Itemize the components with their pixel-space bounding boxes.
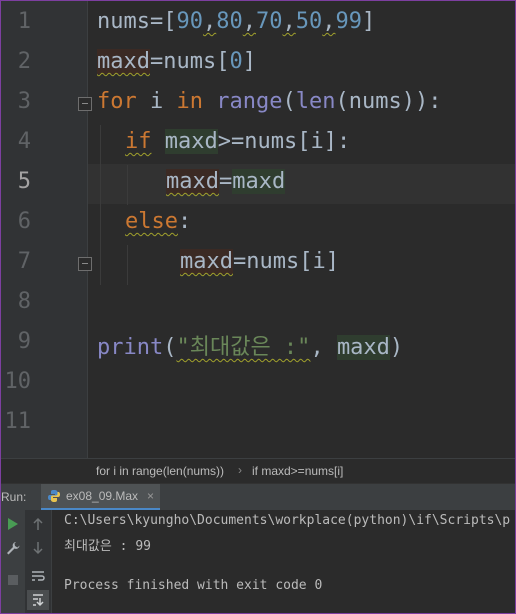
breadcrumb-item-if[interactable]: if maxd>=nums[i] [252, 464, 343, 478]
soft-wrap-icon[interactable] [30, 568, 46, 584]
indent-guide [127, 245, 128, 285]
run-console: C:\Users\kyungho\Documents\workplace(pyt… [1, 510, 515, 613]
line-number: 10 [4, 369, 32, 394]
line-number: 6 [17, 209, 31, 234]
line-number: 2 [17, 49, 31, 74]
code-line-2[interactable]: maxd=nums[0] [97, 49, 256, 74]
indent-guide [100, 125, 101, 285]
line-number: 9 [17, 329, 31, 354]
code-line-9[interactable]: print("최대값은 :", maxd) [97, 329, 403, 361]
up-arrow-icon[interactable] [30, 516, 46, 532]
breadcrumb: for i in range(len(nums)) › if maxd>=num… [1, 458, 515, 483]
line-number: 4 [17, 129, 31, 154]
code-line-6[interactable]: else: [125, 209, 191, 234]
ide-window: 1 2 3 4 5 6 7 8 9 10 11 nums=[90,80,70,5… [0, 0, 516, 614]
code-line-4[interactable]: if maxd>=nums[i]: [125, 129, 350, 154]
code-line-1[interactable]: nums=[90,80,70,50,99] [97, 9, 375, 34]
line-number: 7 [17, 249, 31, 274]
line-number: 1 [17, 9, 31, 34]
code-line-7[interactable]: maxd=nums[i] [180, 249, 339, 274]
fold-collapse-icon[interactable] [78, 257, 92, 271]
line-gutter: 1 2 3 4 5 6 7 8 9 10 11 [1, 1, 92, 458]
run-tab-label: ex08_09.Max [66, 489, 139, 503]
run-toolbar [1, 510, 25, 613]
line-number: 8 [17, 289, 31, 314]
python-icon [48, 490, 60, 502]
fold-collapse-icon[interactable] [78, 97, 92, 111]
stop-icon[interactable] [5, 572, 21, 588]
run-tab[interactable]: ex08_09.Max × [41, 484, 161, 510]
console-output-line: Process finished with exit code 0 [64, 578, 323, 593]
breadcrumb-separator: › [238, 463, 242, 477]
run-panel-header: Run: ex08_09.Max × [1, 483, 515, 510]
console-output-line: 최대값은 : 99 [64, 539, 151, 554]
code-line-5[interactable]: maxd=maxd [166, 169, 286, 194]
code-line-3[interactable]: for i in range(len(nums)): [97, 89, 441, 114]
code-editor[interactable]: 1 2 3 4 5 6 7 8 9 10 11 nums=[90,80,70,5… [1, 1, 515, 458]
scroll-to-end-toggle[interactable] [27, 590, 49, 610]
line-number: 11 [4, 409, 32, 434]
indent-guide [127, 165, 128, 205]
console-output-line: C:\Users\kyungho\Documents\workplace(pyt… [64, 513, 511, 528]
breadcrumb-item-for[interactable]: for i in range(len(nums)) [96, 464, 224, 478]
line-number-current: 5 [17, 169, 31, 194]
current-line-highlight [88, 164, 515, 204]
line-number: 3 [17, 89, 31, 114]
down-arrow-icon[interactable] [30, 540, 46, 556]
run-label: Run: [1, 490, 27, 504]
close-icon[interactable]: × [147, 489, 154, 503]
run-icon[interactable] [5, 516, 21, 532]
console-toolbar [25, 510, 52, 613]
wrench-icon[interactable] [5, 540, 21, 556]
scroll-to-end-icon [33, 594, 44, 607]
